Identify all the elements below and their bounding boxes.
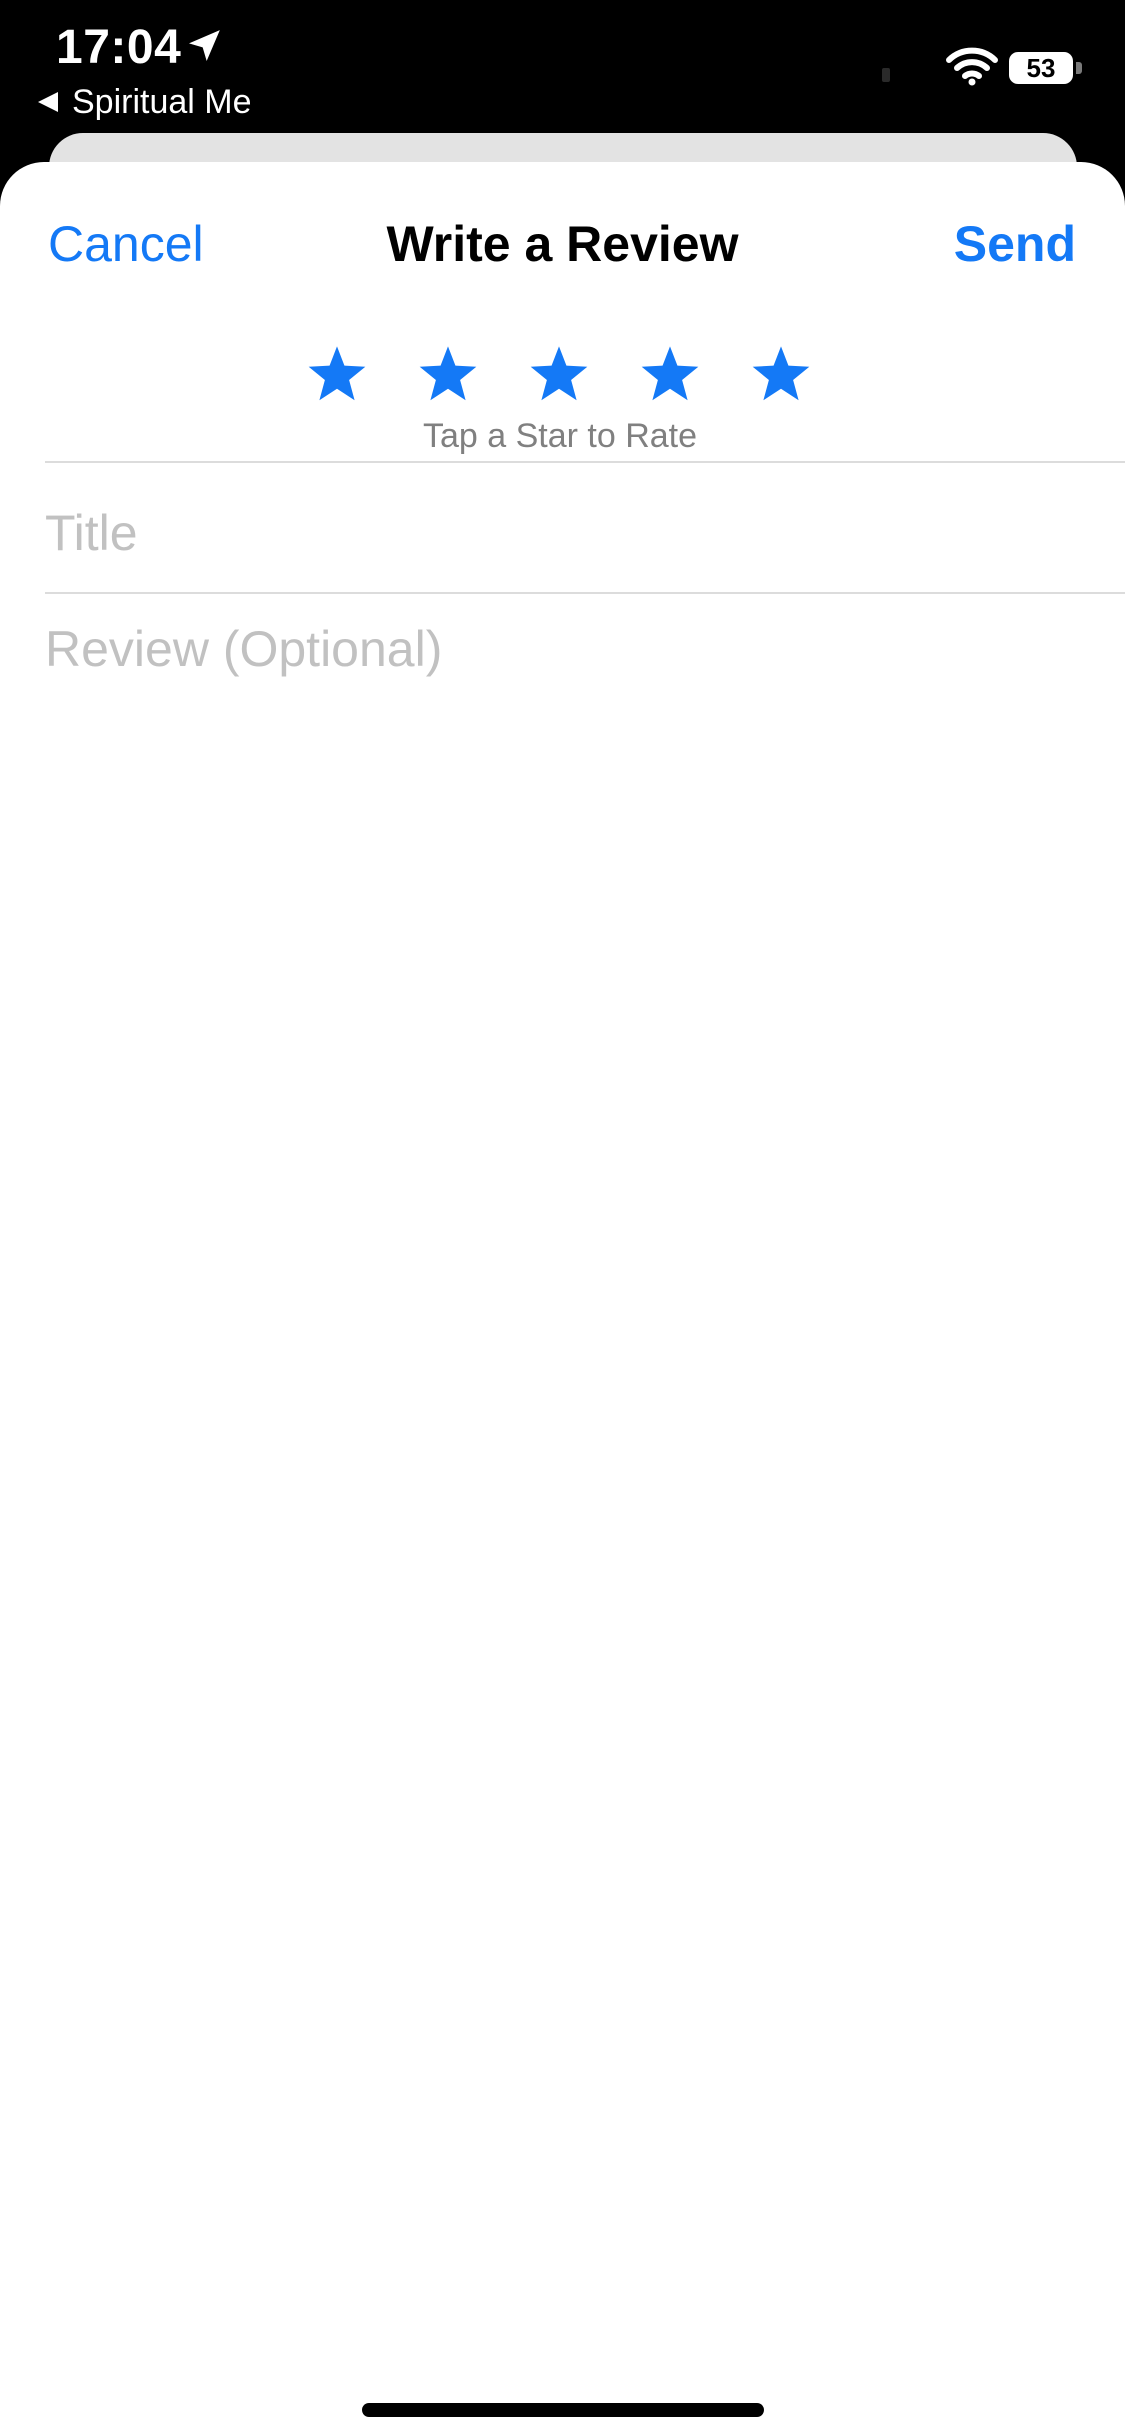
location-arrow-icon [184, 26, 224, 66]
divider [45, 461, 1125, 463]
battery-tip [1076, 62, 1082, 74]
rating-hint: Tap a Star to Rate [422, 417, 698, 455]
write-review-sheet: Write a Review Cancel Send Tap a Star to… [0, 162, 1125, 2436]
status-bar: 17:04 Spiritual Me 53 [0, 0, 1125, 135]
send-button[interactable]: Send [954, 212, 1076, 276]
star-3-icon[interactable] [526, 342, 592, 408]
star-2-icon[interactable] [415, 342, 481, 408]
back-app-label: Spiritual Me [72, 83, 252, 121]
battery-level: 53 [1026, 53, 1056, 83]
battery-icon: 53 [1009, 52, 1073, 84]
star-5-icon[interactable] [748, 342, 814, 408]
star-1-icon[interactable] [304, 342, 370, 408]
cancel-button[interactable]: Cancel [48, 212, 204, 276]
cellular-signal-icon [882, 68, 890, 82]
divider [45, 592, 1125, 594]
star-rating [304, 342, 824, 412]
star-4-icon[interactable] [637, 342, 703, 408]
wifi-icon [946, 46, 998, 86]
title-input[interactable] [45, 498, 1085, 568]
back-to-app-link[interactable]: Spiritual Me [38, 82, 252, 122]
home-indicator[interactable] [362, 2403, 764, 2417]
back-triangle-icon [38, 92, 58, 112]
status-time: 17:04 [56, 21, 182, 74]
review-input[interactable] [45, 614, 1085, 1214]
